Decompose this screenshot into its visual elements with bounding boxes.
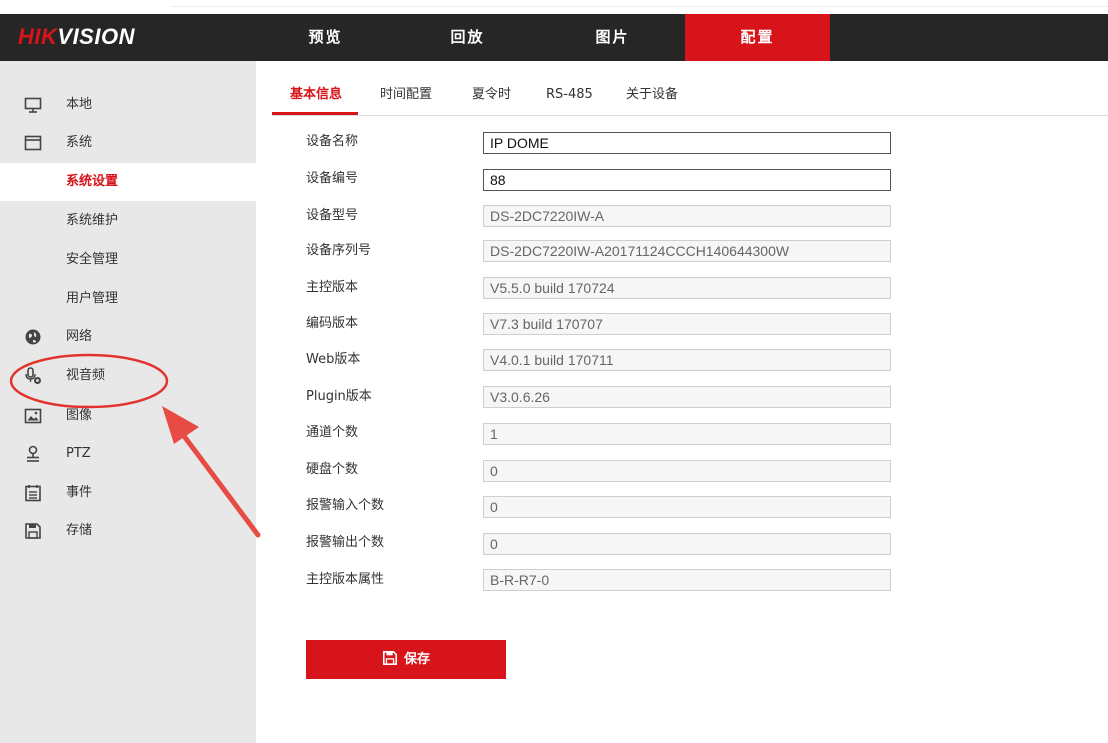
sidebar-item-label: 图像 bbox=[66, 408, 93, 423]
sidebar-item-image[interactable]: 图像 bbox=[0, 397, 256, 435]
nav-preview[interactable]: 预览 bbox=[253, 14, 398, 61]
sidebar-item-network[interactable]: 网络 bbox=[0, 318, 256, 356]
tab-divider bbox=[272, 115, 1108, 116]
label-alarm-output-count: 报警输出个数 bbox=[306, 535, 385, 550]
label-plugin-version: Plugin版本 bbox=[306, 389, 372, 404]
save-icon bbox=[382, 650, 398, 665]
device-model-field: DS-2DC7220IW-A bbox=[483, 205, 891, 227]
tab-about-device[interactable]: 关于设备 bbox=[626, 84, 678, 114]
sidebar-subitem-label: 系统设置 bbox=[66, 174, 119, 189]
sidebar: 本地 系统 系统设置 系统维护 安全管理 用户管理 网络 视音频 图像 PTZ … bbox=[0, 61, 256, 743]
tab-rs485[interactable]: RS-485 bbox=[546, 84, 593, 114]
serial-number-field: DS-2DC7220IW-A20171124CCCH140644300W bbox=[483, 240, 891, 262]
firmware-property-field: B-R-R7-0 bbox=[483, 569, 891, 591]
hikvision-logo: HIKVISION bbox=[18, 24, 135, 49]
label-alarm-input-count: 报警输入个数 bbox=[306, 498, 385, 513]
sidebar-item-storage[interactable]: 存储 bbox=[0, 512, 256, 550]
sidebar-item-local[interactable]: 本地 bbox=[0, 86, 256, 124]
sidebar-item-system[interactable]: 系统 bbox=[0, 124, 256, 162]
firmware-version-field: V5.5.0 build 170724 bbox=[483, 277, 891, 299]
hdd-count-field: 0 bbox=[483, 460, 891, 482]
sidebar-subitem-label: 安全管理 bbox=[66, 252, 119, 267]
tab-basic-info[interactable]: 基本信息 bbox=[290, 84, 342, 114]
nav-picture[interactable]: 图片 bbox=[540, 14, 685, 61]
plugin-version-field: V3.0.6.26 bbox=[483, 386, 891, 408]
sidebar-subitem-user-management[interactable]: 用户管理 bbox=[0, 280, 256, 318]
device-number-input[interactable] bbox=[483, 169, 891, 191]
sidebar-item-audio-video[interactable]: 视音频 bbox=[0, 357, 256, 395]
sidebar-subitem-security[interactable]: 安全管理 bbox=[0, 241, 256, 279]
sidebar-item-label: 系统 bbox=[66, 135, 93, 150]
web-version-field: V4.0.1 build 170711 bbox=[483, 349, 891, 371]
label-firmware-version: 主控版本 bbox=[306, 280, 359, 295]
sidebar-item-ptz[interactable]: PTZ bbox=[0, 435, 256, 473]
label-channel-count: 通道个数 bbox=[306, 425, 359, 440]
sidebar-item-event[interactable]: 事件 bbox=[0, 474, 256, 512]
sidebar-item-label: 视音频 bbox=[66, 368, 106, 383]
top-header: HIKVISION 预览 回放 图片 配置 bbox=[0, 14, 1108, 61]
calendar-icon bbox=[25, 485, 41, 502]
label-hdd-count: 硬盘个数 bbox=[306, 462, 359, 477]
sidebar-subitem-system-settings[interactable]: 系统设置 bbox=[0, 163, 256, 201]
label-serial-number: 设备序列号 bbox=[306, 243, 372, 258]
encoding-version-field: V7.3 build 170707 bbox=[483, 313, 891, 335]
sidebar-subitem-system-maintenance[interactable]: 系统维护 bbox=[0, 202, 256, 240]
device-name-input[interactable] bbox=[483, 132, 891, 154]
sidebar-item-label: 存储 bbox=[66, 523, 93, 538]
label-device-model: 设备型号 bbox=[306, 208, 359, 223]
channel-count-field: 1 bbox=[483, 423, 891, 445]
save-button[interactable]: 保存 bbox=[306, 640, 506, 679]
sidebar-item-label: 事件 bbox=[66, 485, 93, 500]
sidebar-item-label: 本地 bbox=[66, 97, 93, 112]
label-firmware-property: 主控版本属性 bbox=[306, 572, 385, 587]
label-device-number: 设备编号 bbox=[306, 171, 359, 186]
tab-time-settings[interactable]: 时间配置 bbox=[380, 84, 432, 114]
save-button-label: 保存 bbox=[403, 652, 430, 667]
sidebar-item-label: PTZ bbox=[66, 446, 91, 461]
ptz-icon bbox=[27, 445, 39, 462]
label-web-version: Web版本 bbox=[306, 352, 361, 367]
monitor-icon bbox=[24, 97, 42, 113]
label-device-name: 设备名称 bbox=[306, 134, 359, 149]
sidebar-subitem-label: 用户管理 bbox=[66, 291, 119, 306]
sidebar-item-label: 网络 bbox=[66, 329, 93, 344]
tab-dst[interactable]: 夏令时 bbox=[472, 84, 511, 114]
sidebar-subitem-label: 系统维护 bbox=[66, 213, 119, 228]
globe-icon bbox=[25, 329, 41, 345]
alarm-output-count-field: 0 bbox=[483, 533, 891, 555]
window-icon bbox=[24, 135, 42, 151]
alarm-input-count-field: 0 bbox=[483, 496, 891, 518]
top-strip bbox=[0, 0, 1108, 14]
nav-playback[interactable]: 回放 bbox=[395, 14, 540, 61]
image-icon bbox=[24, 408, 42, 424]
nav-configuration[interactable]: 配置 bbox=[685, 14, 830, 61]
floppy-icon bbox=[25, 523, 41, 539]
mic-icon bbox=[25, 367, 41, 384]
label-encoding-version: 编码版本 bbox=[306, 316, 359, 331]
